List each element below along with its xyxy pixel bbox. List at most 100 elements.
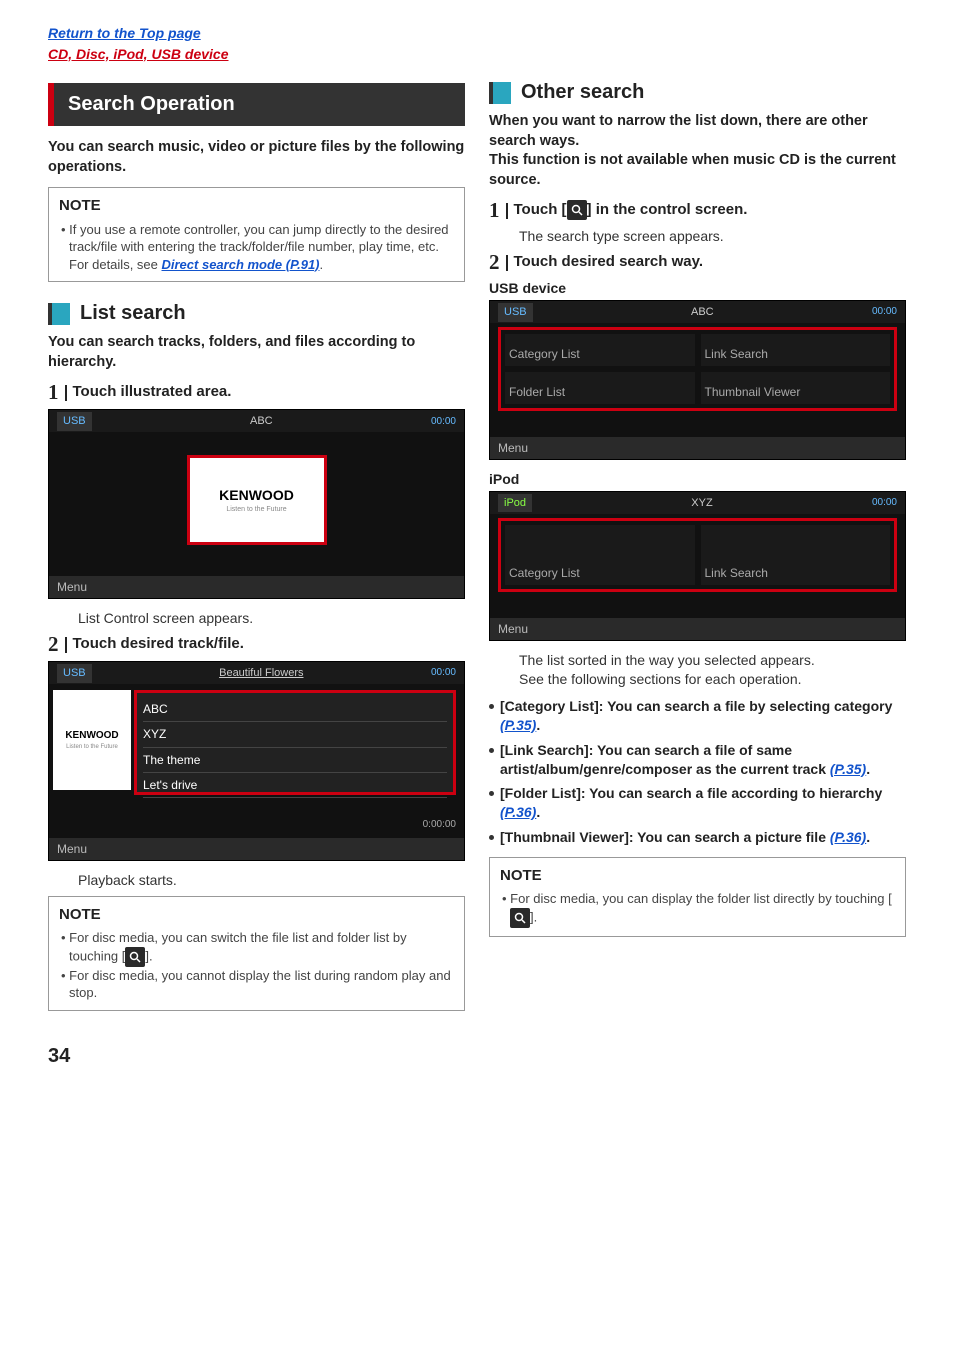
section-link[interactable]: CD, Disc, iPod, USB device (48, 46, 229, 62)
cat-link-search: Link Search (701, 334, 891, 366)
bullet-text: [Category List]: You can search a file b… (500, 698, 892, 714)
r-step-2-text: Touch desired search way. (514, 252, 704, 273)
bullet-suffix: . (866, 829, 870, 845)
note2-line1: • For disc media, you can switch the fil… (59, 929, 454, 967)
img2-control-row: 0:00:00 (49, 814, 464, 836)
bullet-suffix: . (866, 761, 870, 777)
img2-menu-bar: Menu (49, 838, 464, 860)
section-title: Search Operation (48, 83, 465, 126)
search-icon (125, 947, 145, 967)
r-step-1-pre: Touch [ (514, 201, 567, 218)
note-box-2: NOTE • For disc media, you can switch th… (48, 896, 465, 1011)
bullet-icon (489, 835, 494, 840)
img1-tag: USB (57, 412, 92, 431)
screenshot-ipod-search: iPod XYZ 00:00 Category List Link Search… (489, 491, 906, 641)
img-usb-title: ABC (691, 305, 714, 320)
img2-left-logo-sub: Listen to the Future (53, 743, 131, 751)
img-ipod-title: XYZ (691, 496, 712, 511)
step-bar (65, 385, 67, 401)
r-step-1-body: The search type screen appears. (519, 227, 906, 246)
note-body: • If you use a remote controller, you ca… (59, 221, 454, 274)
search-icon (510, 908, 530, 928)
img1-logo: KENWOOD (219, 486, 294, 505)
page-link-35[interactable]: (P.35) (500, 717, 536, 733)
bullet-suffix: . (536, 804, 540, 820)
lead-text: You can search music, video or picture f… (48, 138, 465, 177)
cat-link-search: Link Search (701, 525, 891, 585)
step-2-num: 2 (48, 634, 59, 655)
img1-title: ABC (250, 414, 273, 429)
r-step-2-num: 2 (489, 252, 500, 273)
sublead-text: You can search tracks, folders, and file… (48, 333, 465, 372)
list-item: The theme (143, 748, 447, 773)
note-title: NOTE (59, 196, 454, 216)
label-usb-device: USB device (489, 279, 906, 298)
img-ipod-time: 00:00 (872, 496, 897, 510)
img-usb-tag: USB (498, 303, 533, 322)
note-r-body: • For disc media, you can display the fo… (500, 890, 895, 928)
img1-logo-sub: Listen to the Future (226, 505, 286, 514)
right-lead: When you want to narrow the list down, t… (489, 112, 906, 190)
subhead-marker (489, 82, 511, 104)
note-r-title: NOTE (500, 866, 895, 886)
img1-album-art: KENWOOD Listen to the Future (187, 455, 327, 545)
screenshot-usb-1: USB ABC 00:00 KENWOOD Listen to the Futu… (48, 409, 465, 599)
note-r-line: • For disc media, you can display the fo… (502, 891, 892, 906)
step-2-text: Touch desired track/file. (73, 634, 244, 655)
img-usb-menu: Menu (490, 437, 905, 459)
page-link-36[interactable]: (P.36) (830, 829, 866, 845)
step-1-text: Touch illustrated area. (73, 382, 232, 403)
page-link-35[interactable]: (P.35) (830, 761, 866, 777)
subhead-list-search: List search (80, 300, 186, 327)
result-body: The list sorted in the way you selected … (519, 651, 906, 689)
note2-line1-end: ]. (145, 948, 152, 963)
step-1-body: List Control screen appears. (78, 609, 465, 628)
r-step-1-num: 1 (489, 200, 500, 221)
note2-line2: • For disc media, you cannot display the… (59, 967, 454, 1002)
screenshot-usb-2: USB Beautiful Flowers 00:00 KENWOOD List… (48, 661, 465, 861)
img2-playtime: 0:00:00 (423, 818, 456, 832)
list-item: XYZ (143, 722, 447, 747)
img2-left-logo: KENWOOD (53, 729, 131, 743)
bullet-icon (489, 704, 494, 709)
label-ipod: iPod (489, 470, 906, 489)
step-bar (65, 637, 67, 653)
note2-title: NOTE (59, 905, 454, 925)
step-bar (506, 203, 508, 219)
r-step-1-post: ] in the control screen. (587, 201, 748, 218)
cat-category-list: Category List (505, 334, 695, 366)
list-item: ABC (143, 697, 447, 722)
note-box-1: NOTE • If you use a remote controller, y… (48, 187, 465, 282)
img-ipod-tag: iPod (498, 494, 532, 513)
step-2-body: Playback starts. (78, 871, 465, 890)
direct-search-link[interactable]: Direct search mode (P.91) (162, 257, 320, 272)
img-usb-time: 00:00 (872, 305, 897, 319)
bullet-icon (489, 791, 494, 796)
img2-time: 00:00 (431, 666, 456, 680)
note-box-right: NOTE • For disc media, you can display t… (489, 857, 906, 937)
return-top-link[interactable]: Return to the Top page (48, 25, 201, 41)
cat-category-list: Category List (505, 525, 695, 585)
page-link-36[interactable]: (P.36) (500, 804, 536, 820)
img-ipod-menu: Menu (490, 618, 905, 640)
bullet-text: [Link Search]: You can search a file of … (500, 742, 830, 777)
subhead-marker (48, 303, 70, 325)
bullet-text: [Folder List]: You can search a file acc… (500, 785, 882, 801)
img1-time: 00:00 (431, 415, 456, 429)
note-r-line-end: ]. (530, 909, 537, 924)
cat-thumbnail-viewer: Thumbnail Viewer (701, 372, 891, 404)
subhead-other-search: Other search (521, 79, 644, 106)
bullet-list: [Category List]: You can search a file b… (489, 697, 906, 847)
screenshot-usb-search: USB ABC 00:00 Category List Link Search … (489, 300, 906, 460)
page-number: 34 (48, 1043, 906, 1070)
step-1-num: 1 (48, 382, 59, 403)
right-column: Other search When you want to narrow the… (489, 77, 906, 1023)
bullet-suffix: . (536, 717, 540, 733)
list-item: Let's drive (143, 773, 447, 798)
img2-tag: USB (57, 664, 92, 683)
note2-line1-text: • For disc media, you can switch the fil… (61, 930, 407, 963)
img1-menu-bar: Menu (49, 576, 464, 598)
search-icon (567, 200, 587, 220)
note-body-suffix: . (320, 257, 324, 272)
step-bar (506, 255, 508, 271)
